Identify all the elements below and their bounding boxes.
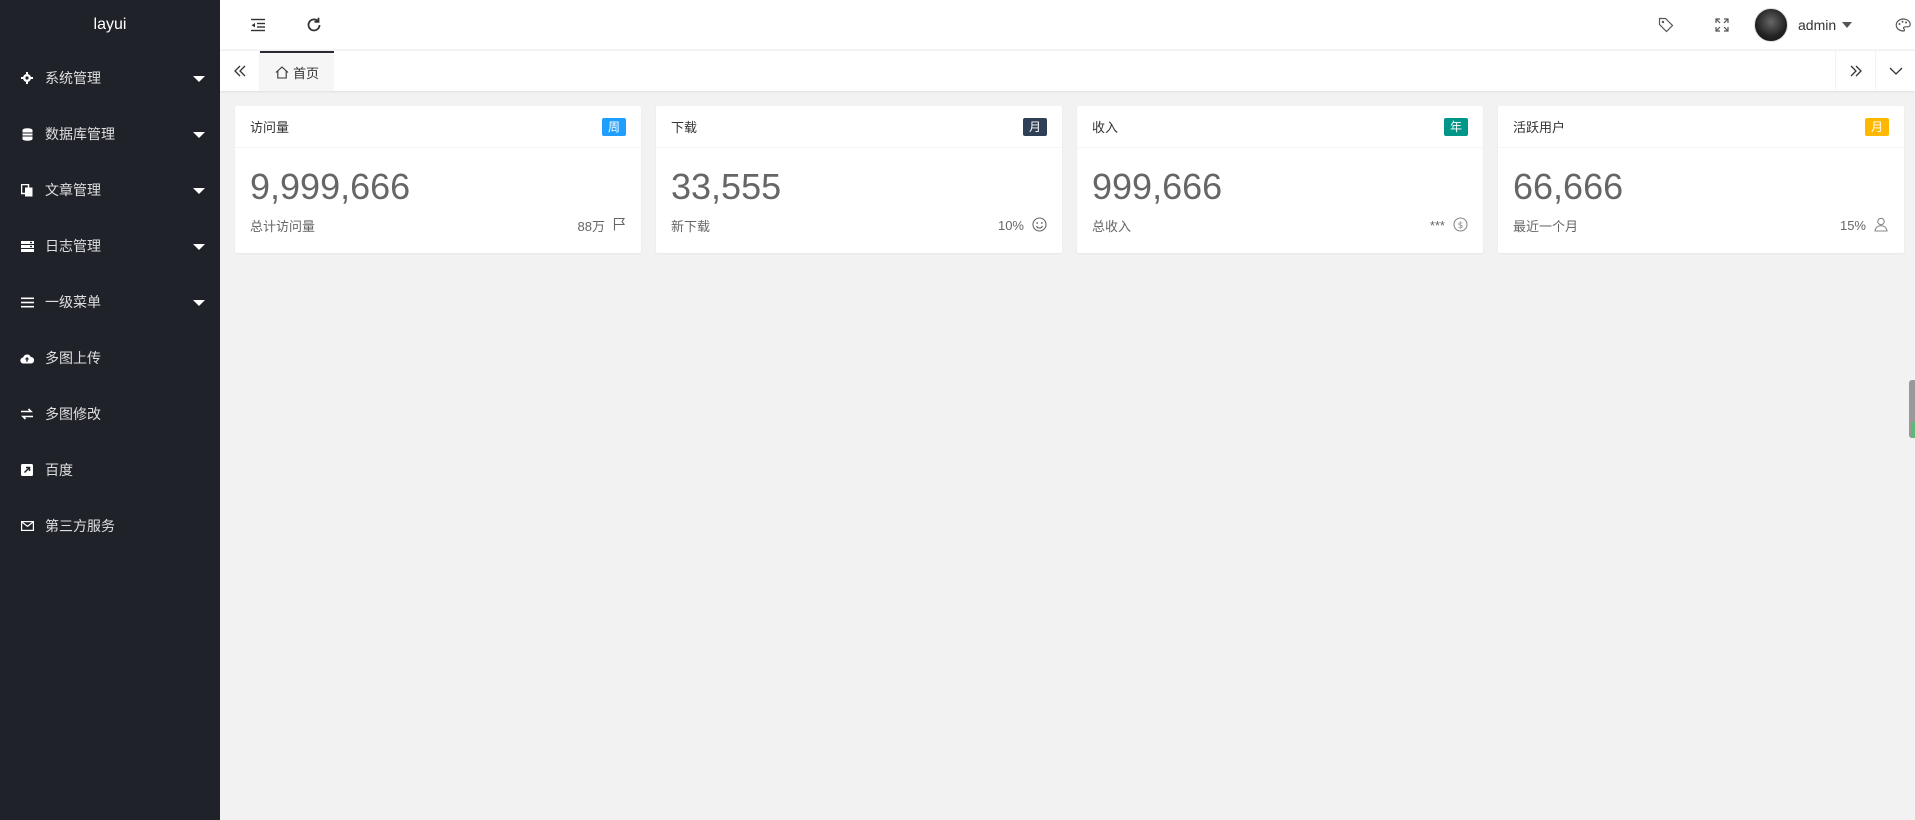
card-stat: *** xyxy=(1429,218,1445,233)
user-menu[interactable]: admin xyxy=(1798,0,1888,50)
page-scrollbar[interactable] xyxy=(1909,380,1915,438)
sidebar-item-label: 文章管理 xyxy=(45,182,101,198)
caret-down-icon xyxy=(193,76,205,82)
sidebar-item-database[interactable]: 数据库管理 xyxy=(0,106,220,162)
tab-home[interactable]: 首页 xyxy=(260,51,335,91)
card-desc: 最近一个月 xyxy=(1513,219,1579,234)
card-value: 33,555 xyxy=(671,166,782,207)
card-desc: 新下载 xyxy=(671,219,711,234)
documents-icon xyxy=(20,183,34,197)
card-header: 活跃用户 月 xyxy=(1498,106,1904,148)
svg-text:$: $ xyxy=(1458,221,1464,231)
sidebar-item-label: 多图修改 xyxy=(45,406,101,422)
logo[interactable]: layui xyxy=(0,0,220,50)
period-badge: 周 xyxy=(601,117,626,136)
gear-icon xyxy=(20,71,34,85)
sidebar-item-menu[interactable]: 一级菜单 xyxy=(0,274,220,330)
sidebar: layui 系统管理 数据库管理 文章管理 日志管理 一级菜单 多图上传 多图修… xyxy=(0,0,220,820)
caret-down-icon xyxy=(193,188,205,194)
tabs-scroll-right-icon[interactable] xyxy=(1835,51,1875,91)
sidebar-item-label: 日志管理 xyxy=(45,238,101,254)
caret-down-icon xyxy=(1842,22,1853,28)
avatar-image xyxy=(1754,8,1788,42)
tab-home-label: 首页 xyxy=(293,65,320,81)
sidebar-item-baidu[interactable]: 百度 xyxy=(0,442,220,498)
stat-card-downloads: 下载 月 33,555 新下载 10% xyxy=(656,106,1062,253)
card-title: 收入 xyxy=(1092,120,1119,135)
sidebar-item-label: 第三方服务 xyxy=(45,518,115,534)
sidebar-item-label: 多图上传 xyxy=(45,350,101,366)
card-title: 活跃用户 xyxy=(1513,120,1566,135)
card-title: 下载 xyxy=(671,120,698,135)
home-icon xyxy=(275,65,289,79)
theme-icon[interactable] xyxy=(1892,0,1914,50)
card-desc: 总计访问量 xyxy=(250,219,316,234)
flag-icon xyxy=(613,217,626,234)
card-header: 下载 月 xyxy=(656,106,1062,148)
user-name: admin xyxy=(1798,17,1837,33)
sidebar-item-label: 一级菜单 xyxy=(45,294,101,310)
external-link-icon xyxy=(20,463,34,477)
fullscreen-icon[interactable] xyxy=(1700,0,1744,50)
smile-icon xyxy=(1032,216,1047,235)
exchange-icon xyxy=(20,407,34,421)
card-title: 访问量 xyxy=(250,120,290,135)
sidebar-item-articles[interactable]: 文章管理 xyxy=(0,162,220,218)
card-header: 访问量 周 xyxy=(235,106,641,148)
card-stat: 10% xyxy=(997,218,1024,233)
dollar-icon: $ xyxy=(1453,216,1468,235)
card-value: 66,666 xyxy=(1513,166,1624,207)
card-stat: 88万 xyxy=(577,219,605,234)
period-badge: 年 xyxy=(1443,117,1468,136)
stat-cards: 访问量 周 9,999,666 总计访问量 88万 下载 月 33,555 新下… xyxy=(235,106,1905,253)
database-icon xyxy=(20,127,34,141)
caret-down-icon xyxy=(193,300,205,306)
period-badge: 月 xyxy=(1864,117,1889,136)
top-header: admin xyxy=(220,0,1915,50)
user-icon xyxy=(1874,217,1889,235)
sidebar-item-multi-edit[interactable]: 多图修改 xyxy=(0,386,220,442)
sidebar-item-label: 系统管理 xyxy=(45,70,101,86)
tabs-scroll-left-icon[interactable] xyxy=(220,51,260,91)
card-header: 收入 年 xyxy=(1077,106,1483,148)
tabs-bar: 首页 xyxy=(220,51,1915,91)
menu-icon xyxy=(20,295,34,309)
tag-icon[interactable] xyxy=(1644,0,1688,50)
period-badge: 月 xyxy=(1022,117,1047,136)
caret-down-icon xyxy=(193,244,205,250)
cloud-upload-icon xyxy=(20,351,34,365)
indent-icon[interactable] xyxy=(236,0,280,50)
card-desc: 总收入 xyxy=(1092,219,1132,234)
sidebar-item-logs[interactable]: 日志管理 xyxy=(0,218,220,274)
stat-card-visits: 访问量 周 9,999,666 总计访问量 88万 xyxy=(235,106,641,253)
sidebar-item-label: 百度 xyxy=(45,462,73,478)
envelope-icon xyxy=(20,519,34,533)
tabs-menu-chevron-down-icon[interactable] xyxy=(1875,51,1915,91)
sidebar-item-system[interactable]: 系统管理 xyxy=(0,50,220,106)
stat-card-active-users: 活跃用户 月 66,666 最近一个月 15% xyxy=(1498,106,1904,253)
card-value: 999,666 xyxy=(1092,166,1223,207)
sidebar-item-label: 数据库管理 xyxy=(45,126,115,142)
server-icon xyxy=(20,239,34,253)
card-value: 9,999,666 xyxy=(250,166,411,207)
stat-card-income: 收入 年 999,666 总收入 *** $ xyxy=(1077,106,1483,253)
avatar[interactable] xyxy=(1748,0,1794,50)
card-stat: 15% xyxy=(1839,218,1866,233)
sidebar-item-multi-upload[interactable]: 多图上传 xyxy=(0,330,220,386)
refresh-icon[interactable] xyxy=(292,0,336,50)
sidebar-item-third-party[interactable]: 第三方服务 xyxy=(0,498,220,554)
caret-down-icon xyxy=(193,132,205,138)
